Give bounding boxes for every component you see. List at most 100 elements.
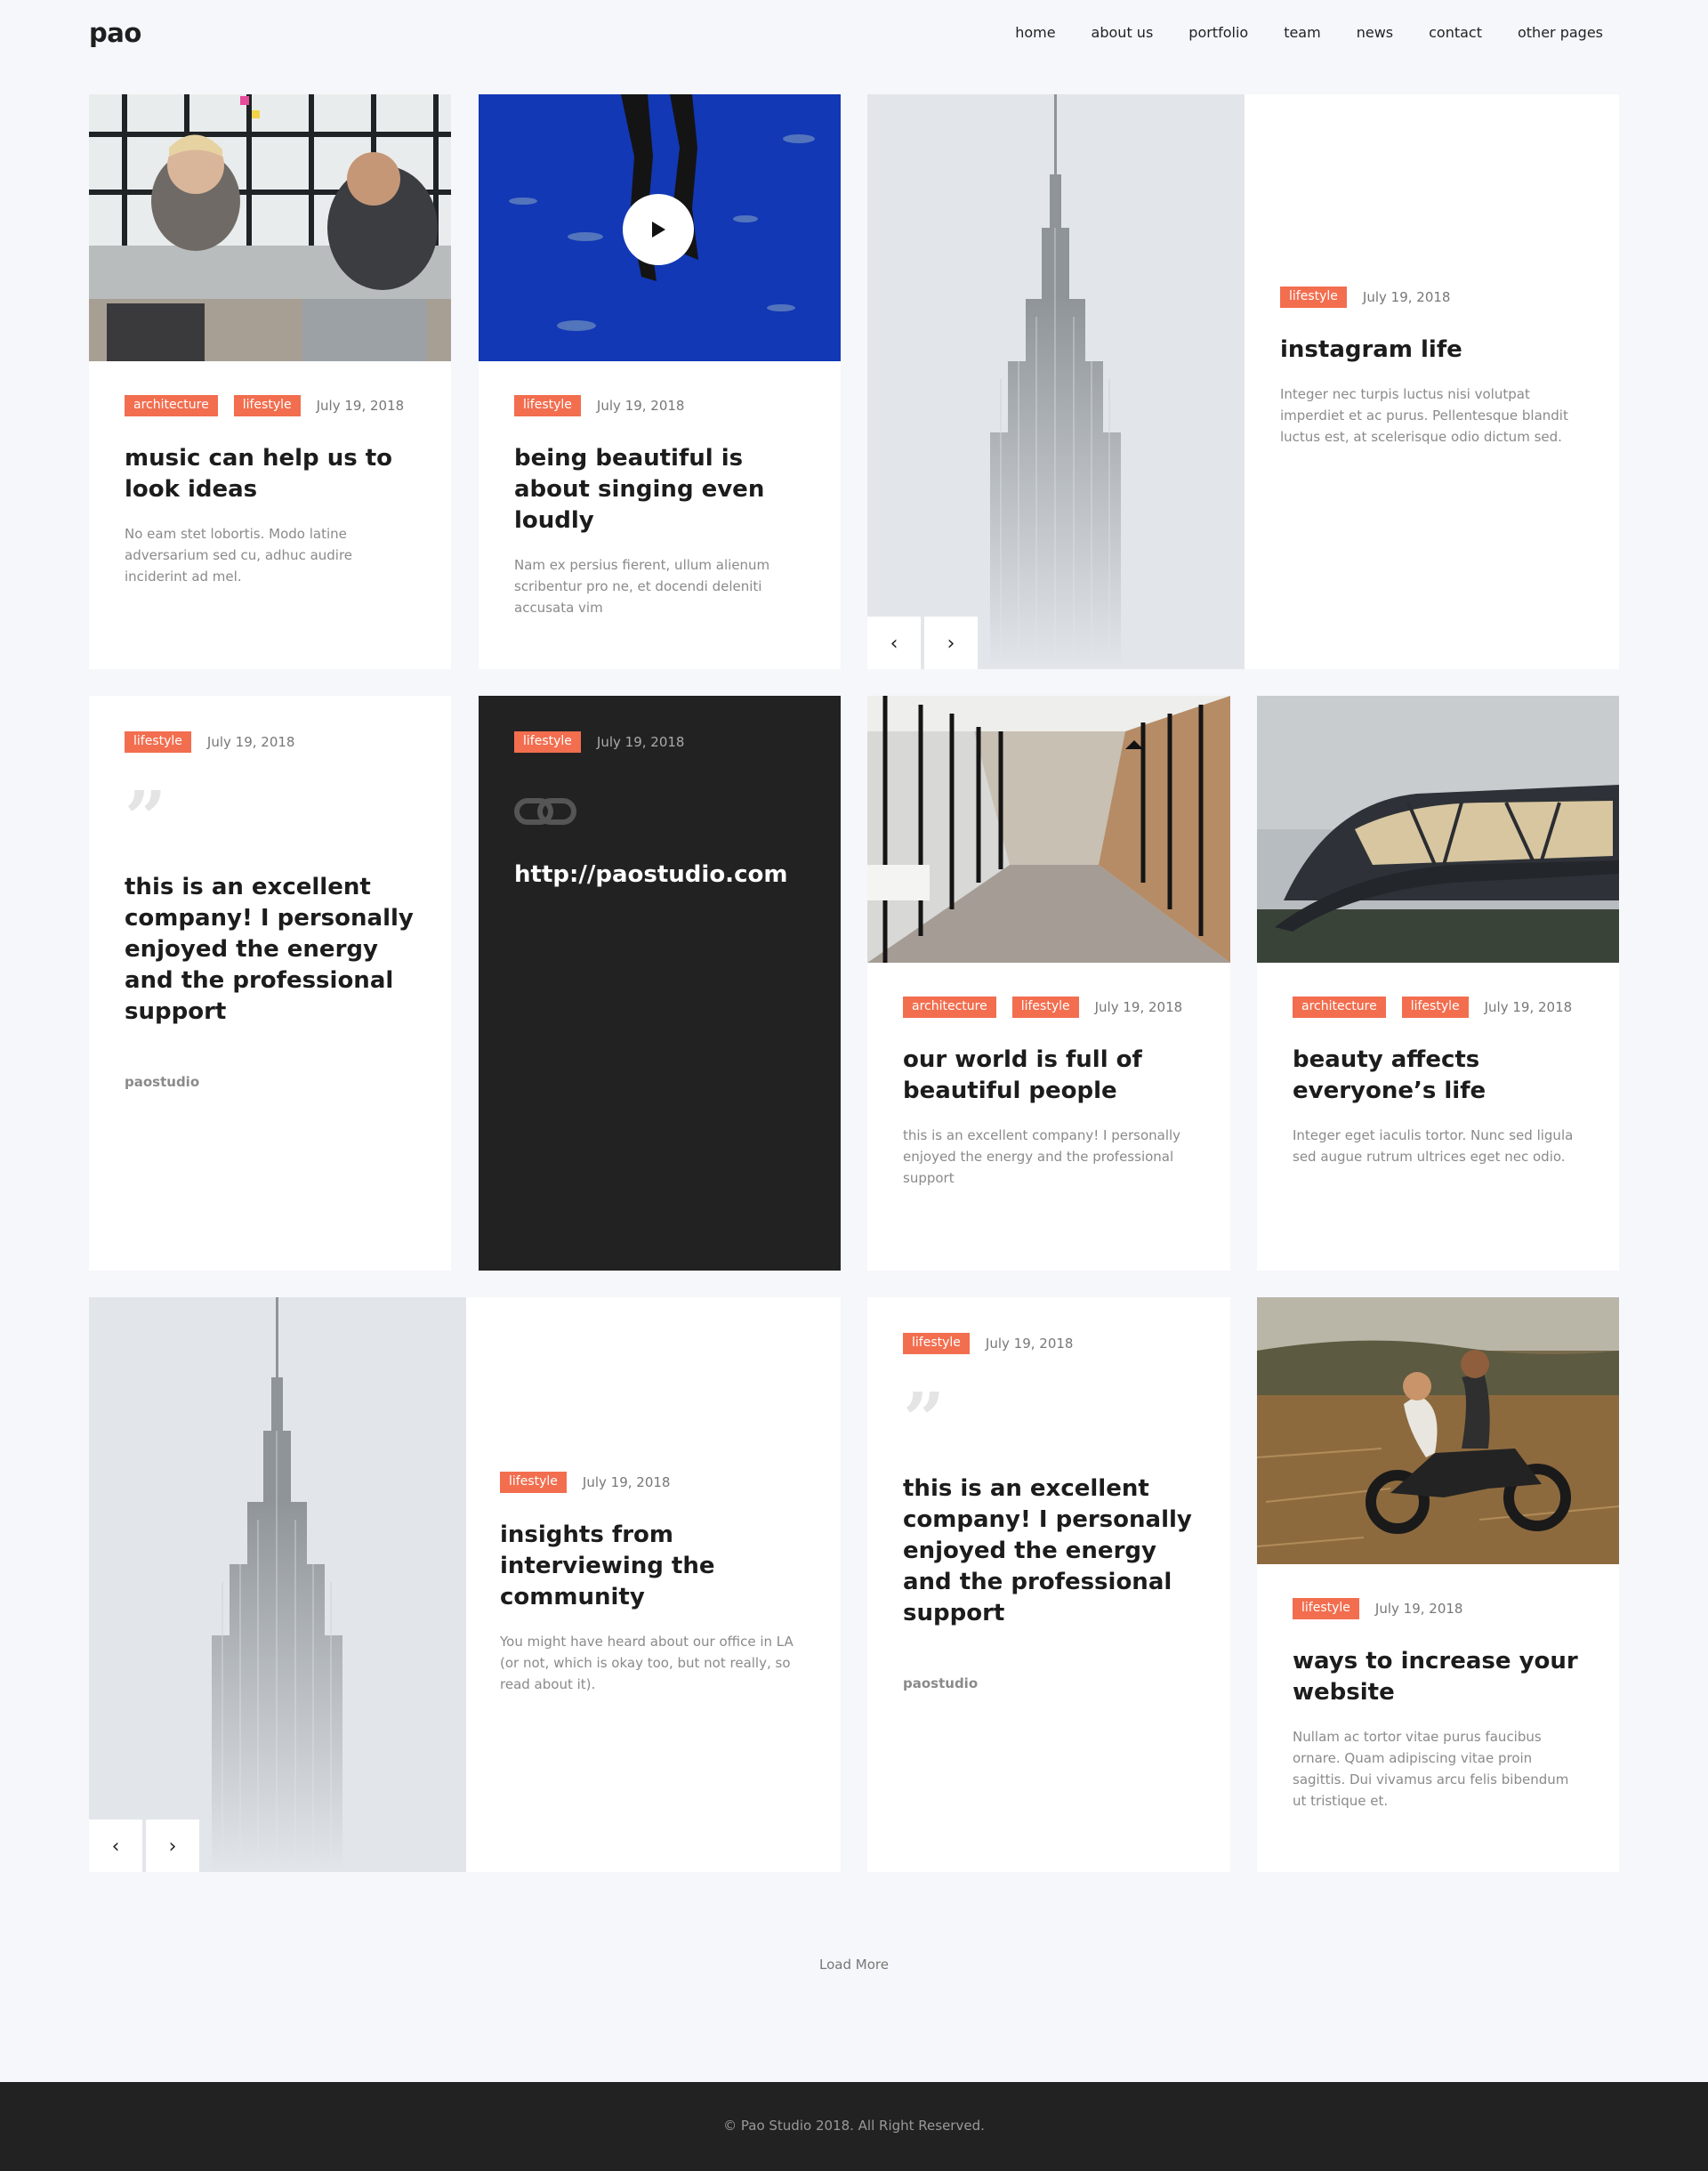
quote-icon: ” <box>903 1377 946 1463</box>
quote-card[interactable]: lifestyle July 19, 2018 ” this is an exc… <box>867 1297 1230 1872</box>
post-card[interactable]: lifestyle July 19, 2018 being beautiful … <box>479 94 841 669</box>
quote-text: this is an excellent company! I personal… <box>125 874 414 1025</box>
post-card-wide[interactable]: ‹ › lifestyle July 19, 2018 insights fro… <box>89 1297 841 1872</box>
post-excerpt: this is an excellent company! I personal… <box>903 1127 1181 1186</box>
post-image-office[interactable] <box>89 94 451 361</box>
post-title[interactable]: music can help us to look ideas <box>125 443 415 505</box>
nav-contact[interactable]: contact <box>1429 24 1482 41</box>
post-title[interactable]: ways to increase your website <box>1293 1646 1583 1708</box>
post-excerpt: Integer nec turpis luctus nisi volutpat … <box>1280 386 1568 445</box>
post-meta: lifestyle July 19, 2018 <box>514 395 805 416</box>
post-date: July 19, 2018 <box>582 1474 671 1490</box>
tag-lifestyle[interactable]: lifestyle <box>125 731 191 753</box>
post-card[interactable]: architecture lifestyle July 19, 2018 bea… <box>1257 696 1619 1271</box>
nav-team[interactable]: team <box>1284 24 1321 41</box>
slider-prev-button[interactable]: ‹ <box>867 617 921 669</box>
post-body: lifestyle July 19, 2018 insights from in… <box>500 1472 805 1695</box>
slider-next-button[interactable]: › <box>924 617 978 669</box>
post-excerpt: You might have heard about our office in… <box>500 1634 794 1692</box>
post-title[interactable]: our world is full of beautiful people <box>903 1045 1195 1107</box>
post-meta: architecture lifestyle July 19, 2018 <box>125 395 415 416</box>
post-title[interactable]: instagram life <box>1280 335 1583 366</box>
post-image-motorcycle[interactable] <box>1257 1297 1619 1564</box>
quote-icon: ” <box>125 776 167 861</box>
post-meta: lifestyle July 19, 2018 <box>1280 287 1583 308</box>
tag-lifestyle[interactable]: lifestyle <box>903 1333 970 1354</box>
site-footer: © Pao Studio 2018. All Right Reserved. <box>0 2082 1708 2171</box>
post-card[interactable]: architecture lifestyle July 19, 2018 our… <box>867 696 1230 1271</box>
post-image-building[interactable] <box>1257 696 1619 963</box>
load-more-button[interactable]: Load More <box>0 1957 1708 1973</box>
post-body: lifestyle July 19, 2018 ways to increase… <box>1293 1598 1583 1812</box>
post-body: architecture lifestyle July 19, 2018 bea… <box>1293 997 1583 1167</box>
slider-controls: ‹ › <box>867 617 981 669</box>
play-icon <box>652 222 665 238</box>
post-title[interactable]: being beautiful is about singing even lo… <box>514 443 805 537</box>
tag-architecture[interactable]: architecture <box>903 997 996 1018</box>
main-nav: home about us portfolio team news contac… <box>979 24 1603 41</box>
post-image-corridor[interactable] <box>867 696 1230 963</box>
post-body: lifestyle July 19, 2018 instagram life I… <box>1280 287 1583 448</box>
post-body: lifestyle July 19, 2018 ” this is an exc… <box>903 1333 1195 1691</box>
tag-lifestyle[interactable]: lifestyle <box>500 1472 567 1493</box>
tag-architecture[interactable]: architecture <box>1293 997 1386 1018</box>
post-excerpt: Nam ex persius fierent, ullum alienum sc… <box>514 557 770 616</box>
tag-lifestyle[interactable]: lifestyle <box>1293 1598 1359 1619</box>
post-meta: architecture lifestyle July 19, 2018 <box>1293 997 1583 1018</box>
link-icon <box>514 794 805 829</box>
post-date: July 19, 2018 <box>1094 999 1183 1015</box>
nav-news[interactable]: news <box>1357 24 1393 41</box>
copyright-text: © Pao Studio 2018. All Right Reserved. <box>723 2118 985 2134</box>
post-body: lifestyle July 19, 2018 being beautiful … <box>514 395 805 618</box>
nav-about-us[interactable]: about us <box>1092 24 1154 41</box>
post-date: July 19, 2018 <box>985 1336 1074 1352</box>
post-body: lifestyle July 19, 2018 ” this is an exc… <box>125 731 415 1090</box>
tag-lifestyle[interactable]: lifestyle <box>1011 997 1079 1018</box>
quote-author: paostudio <box>903 1675 979 1691</box>
post-video-thumbnail[interactable] <box>479 94 841 361</box>
post-meta: lifestyle July 19, 2018 <box>514 731 805 753</box>
post-gallery-image[interactable]: ‹ › <box>867 94 1245 669</box>
tag-lifestyle[interactable]: lifestyle <box>1280 287 1347 308</box>
quote-text: this is an excellent company! I personal… <box>903 1475 1192 1626</box>
post-link[interactable]: http://paostudio.com <box>514 861 805 888</box>
post-card-wide[interactable]: ‹ › lifestyle July 19, 2018 instagram li… <box>867 94 1619 669</box>
post-title[interactable]: insights from interviewing the community <box>500 1520 805 1613</box>
slider-controls: ‹ › <box>89 1820 203 1872</box>
tag-lifestyle[interactable]: lifestyle <box>233 395 301 416</box>
post-body: architecture lifestyle July 19, 2018 mus… <box>125 395 415 587</box>
slider-next-button[interactable]: › <box>146 1820 199 1872</box>
post-date: July 19, 2018 <box>596 398 685 414</box>
nav-portfolio[interactable]: portfolio <box>1188 24 1248 41</box>
post-title[interactable]: beauty affects everyone’s life <box>1293 1045 1583 1107</box>
post-meta: architecture lifestyle July 19, 2018 <box>903 997 1195 1018</box>
tag-lifestyle[interactable]: lifestyle <box>514 395 581 416</box>
nav-home[interactable]: home <box>1015 24 1055 41</box>
post-card[interactable]: architecture lifestyle July 19, 2018 mus… <box>89 94 451 669</box>
quote-card[interactable]: lifestyle July 19, 2018 ” this is an exc… <box>89 696 451 1271</box>
post-excerpt: Integer eget iaculis tortor. Nunc sed li… <box>1293 1127 1574 1165</box>
play-button[interactable] <box>623 194 694 265</box>
post-meta: lifestyle July 19, 2018 <box>1293 1598 1583 1619</box>
post-body: architecture lifestyle July 19, 2018 our… <box>903 997 1195 1189</box>
post-date: July 19, 2018 <box>206 734 295 750</box>
site-header: pao home about us portfolio team news co… <box>0 0 1708 68</box>
slider-prev-button[interactable]: ‹ <box>89 1820 142 1872</box>
post-card[interactable]: lifestyle July 19, 2018 ways to increase… <box>1257 1297 1619 1872</box>
post-date: July 19, 2018 <box>1484 999 1573 1015</box>
logo[interactable]: pao <box>89 18 141 48</box>
nav-other-pages[interactable]: other pages <box>1518 24 1603 41</box>
post-excerpt: No eam stet lobortis. Modo latine advers… <box>125 526 353 585</box>
post-date: July 19, 2018 <box>1374 1601 1463 1617</box>
tag-lifestyle[interactable]: lifestyle <box>1401 997 1469 1018</box>
link-card[interactable]: lifestyle July 19, 2018 http://paostudio… <box>479 696 841 1271</box>
post-date: July 19, 2018 <box>316 398 405 414</box>
post-meta: lifestyle July 19, 2018 <box>125 731 415 753</box>
tag-lifestyle[interactable]: lifestyle <box>514 731 581 753</box>
post-meta: lifestyle July 19, 2018 <box>500 1472 805 1493</box>
post-date: July 19, 2018 <box>596 734 685 750</box>
post-excerpt: Nullam ac tortor vitae purus faucibus or… <box>1293 1729 1569 1809</box>
tag-architecture[interactable]: architecture <box>125 395 218 416</box>
post-gallery-image[interactable]: ‹ › <box>89 1297 466 1872</box>
post-body: lifestyle July 19, 2018 http://paostudio… <box>514 731 805 888</box>
